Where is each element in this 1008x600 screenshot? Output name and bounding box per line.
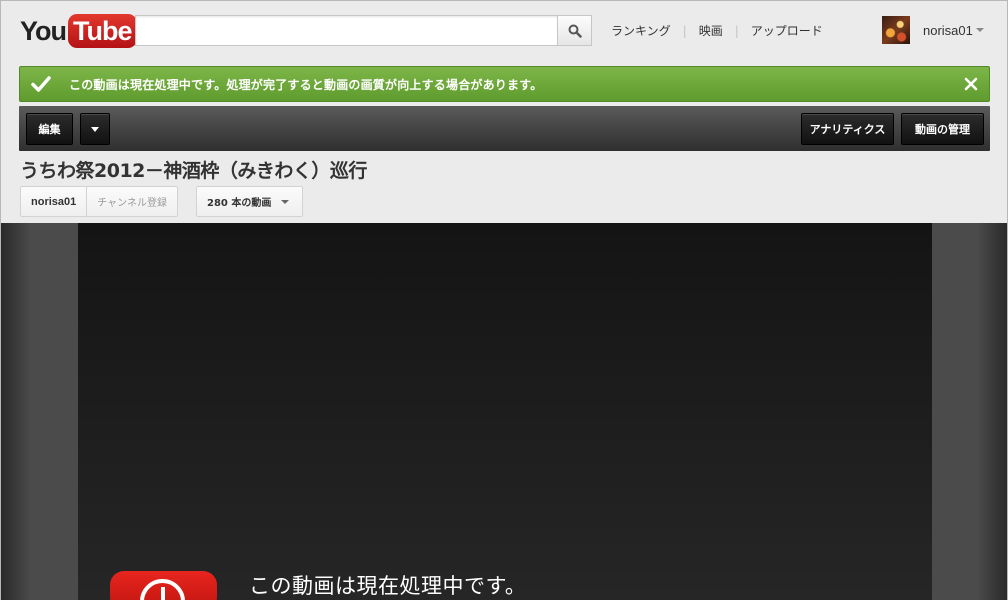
edit-button-label: 編集	[38, 123, 61, 136]
search-input[interactable]	[135, 15, 558, 46]
video-player[interactable]	[78, 223, 932, 600]
masthead: You Tube ランキング | 映画 | アップロード norisa01	[1, 1, 1007, 63]
nav-separator: |	[734, 23, 739, 38]
analytics-button-label: アナリティクス	[809, 123, 886, 136]
manage-videos-button-label: 動画の管理	[915, 123, 970, 136]
owner-toolbar: 編集 アナリティクス 動画の管理	[19, 106, 990, 151]
edit-button[interactable]: 編集	[26, 113, 73, 145]
search-button[interactable]	[557, 15, 592, 46]
nav-movies-link[interactable]: 映画	[699, 22, 723, 39]
processing-icon	[110, 571, 217, 600]
nav-separator: |	[682, 23, 687, 38]
search-icon	[568, 24, 582, 38]
chevron-down-icon	[281, 199, 290, 204]
analytics-button[interactable]: アナリティクス	[801, 113, 894, 145]
banner-message: この動画は現在処理中です。処理が完了すると動画の画質が向上する場合があります。	[69, 77, 543, 92]
processing-banner: この動画は現在処理中です。処理が完了すると動画の画質が向上する場合があります。	[19, 66, 990, 102]
checkmark-icon	[31, 76, 51, 92]
video-count-label: 280 本の動画	[207, 198, 272, 209]
chevron-down-icon	[975, 28, 984, 32]
username[interactable]: norisa01	[923, 23, 973, 38]
user-menu[interactable]: norisa01	[882, 16, 984, 44]
edit-dropdown-button[interactable]	[80, 113, 110, 145]
clock-needle	[161, 587, 165, 600]
top-nav: ランキング | 映画 | アップロード	[611, 22, 823, 39]
avatar[interactable]	[882, 16, 910, 44]
video-title: うちわ祭2012－神酒枠（みきわく）巡行	[20, 160, 367, 182]
logo-you: You	[20, 16, 67, 46]
close-icon[interactable]	[964, 77, 978, 91]
channel-videos-button[interactable]: 280 本の動画	[196, 186, 303, 217]
manage-videos-button[interactable]: 動画の管理	[901, 113, 984, 145]
logo-tube: Tube	[68, 14, 137, 48]
subscribe-button[interactable]: チャンネル登録	[87, 187, 177, 216]
nav-ranking-link[interactable]: ランキング	[611, 22, 671, 39]
chevron-down-icon	[91, 126, 99, 132]
youtube-logo[interactable]: You Tube	[20, 14, 137, 48]
nav-upload-link[interactable]: アップロード	[751, 22, 823, 39]
channel-group: norisa01 チャンネル登録	[20, 186, 178, 217]
channel-name-link[interactable]: norisa01	[21, 187, 88, 216]
player-processing-message: この動画は現在処理中です。	[249, 574, 527, 598]
